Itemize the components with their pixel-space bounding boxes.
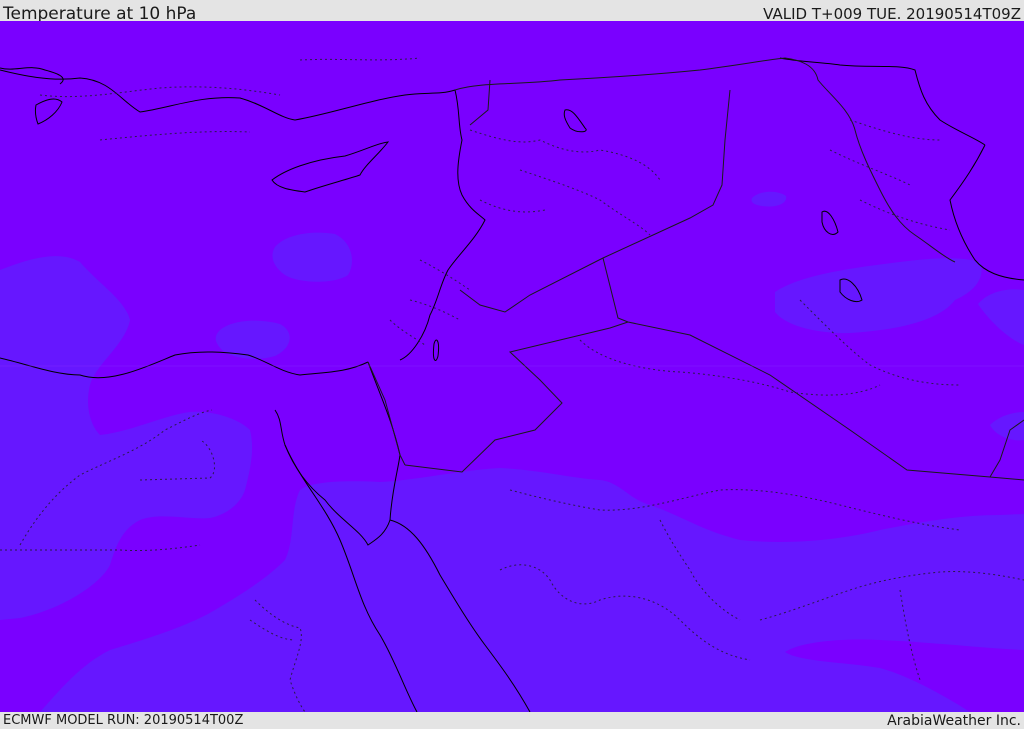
cool-blob-cyprus-south [272, 232, 352, 282]
header-bar: Temperature at 10 hPa VALID T+009 TUE. 2… [0, 0, 1024, 24]
model-run-label: ECMWF MODEL RUN: 20190514T00Z [3, 713, 244, 728]
footer-bar: ECMWF MODEL RUN: 20190514T00Z ArabiaWeat… [0, 712, 1024, 729]
credit-label: ArabiaWeather Inc. [887, 713, 1021, 729]
temperature-map[interactable] [0, 21, 1024, 712]
